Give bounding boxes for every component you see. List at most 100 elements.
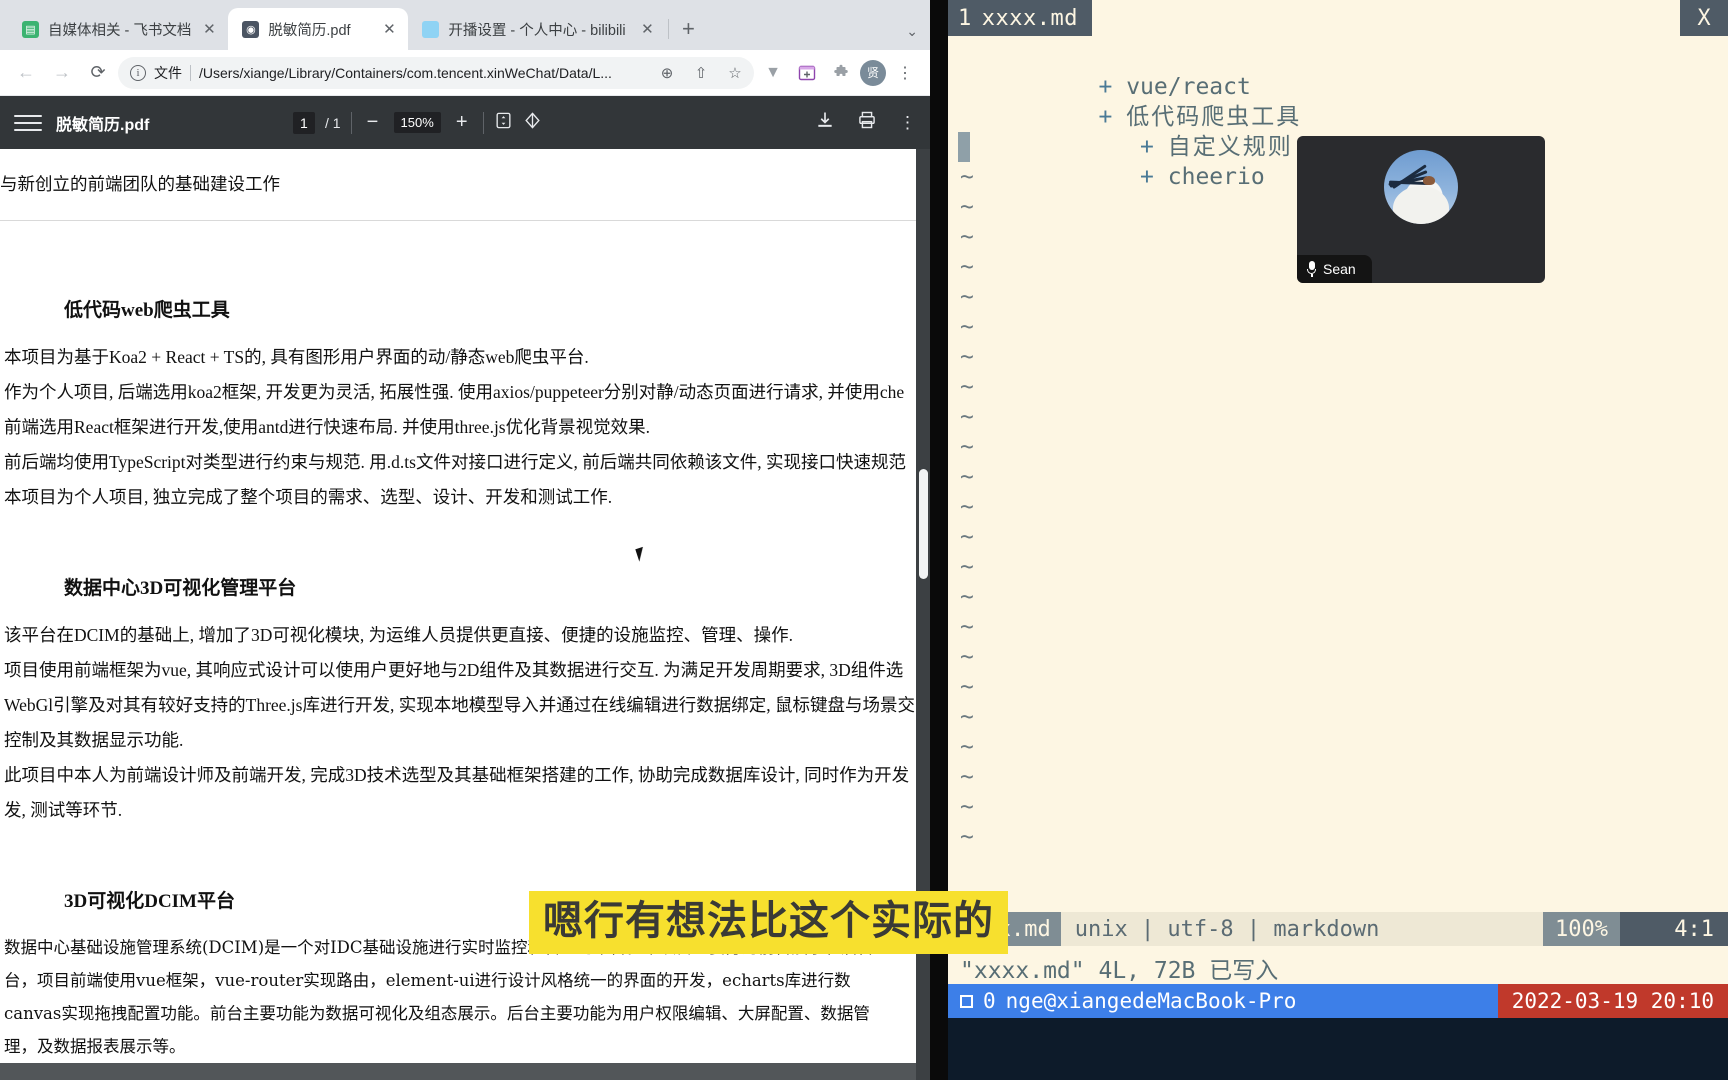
zoom-out-button[interactable]: −	[362, 111, 384, 134]
window-extension-icon[interactable]	[792, 58, 822, 88]
vim-empty-line: ~	[960, 644, 974, 670]
print-icon[interactable]	[857, 110, 877, 135]
vim-empty-line: ~	[960, 344, 974, 370]
webcam-participant-name: Sean	[1323, 261, 1356, 277]
fold-plus-icon: +	[1098, 74, 1113, 100]
tmux-datetime: 2022-03-19 20:10	[1497, 984, 1728, 1018]
toolbar-divider	[350, 111, 352, 134]
pdf-page-controls: 1 / 1 − 150% +	[292, 111, 542, 135]
video-caption-overlay: 嗯行有想法比这个实际的	[529, 891, 1008, 954]
project-body: : 该平台在DCIM的基础上, 增加了3D可视化模块, 为运维人员提供更直接、便…	[0, 618, 930, 828]
bookmark-star-icon[interactable]: ☆	[722, 60, 748, 86]
toolbar-divider	[482, 111, 484, 134]
zoom-in-button[interactable]: +	[451, 111, 473, 134]
vim-status-fileinfo: unix | utf-8 | markdown	[1060, 912, 1544, 946]
terminal-window[interactable]: 1 xxxx.md X + vue/react + 低代码爬虫工具 + 自定义规…	[930, 0, 1728, 1080]
webcam-overlay[interactable]: Sean	[1297, 136, 1545, 283]
omnibox-divider	[190, 64, 191, 81]
browser-toolbar: ← → ⟳ i 文件 /Users/xiange/Library/Contain…	[0, 50, 930, 96]
vim-line-text: 自定义规则	[1167, 134, 1293, 160]
project-heading-row: 今 低代码web爬虫工具	[0, 295, 930, 322]
vim-empty-line: ~	[960, 674, 974, 700]
tmux-status-bar: 0 nge@xiangedeMacBook-Pro 2022-03-19 20:…	[948, 984, 1728, 1018]
profile-avatar[interactable]: 贤	[860, 59, 886, 86]
pdf-sidebar-toggle-icon[interactable]	[14, 114, 42, 131]
vim-editor-pane[interactable]: 1 xxxx.md X + vue/react + 低代码爬虫工具 + 自定义规…	[948, 0, 1728, 958]
avatar-bird-beak	[1423, 176, 1435, 185]
chevron-down-icon[interactable]: ⌄	[906, 23, 918, 40]
vim-line-text: cheerio	[1167, 164, 1265, 190]
doc-top-line: 与新创立的前端团队的基础建设工作	[0, 174, 280, 194]
vimium-extension-icon[interactable]: ▼	[758, 58, 788, 88]
pdf-more-menu[interactable]: ⋮	[899, 113, 916, 133]
vim-line-text: vue/react	[1126, 74, 1251, 100]
pdf-scrollbar-thumb[interactable]	[919, 469, 928, 579]
close-icon[interactable]: ✕	[200, 20, 218, 38]
address-bar[interactable]: i 文件 /Users/xiange/Library/Containers/co…	[118, 56, 754, 89]
project-paragraph: 该平台在DCIM的基础上, 增加了3D可视化模块, 为运维人员提供更直接、便捷的…	[4, 624, 793, 645]
rotate-icon[interactable]	[523, 111, 542, 135]
vim-empty-line: ~	[960, 734, 974, 760]
tmux-window-info[interactable]: 0 nge@xiangedeMacBook-Pro	[948, 984, 1498, 1018]
vim-empty-line: ~	[960, 704, 974, 730]
project-body: : 本项目为基于Koa2 + React + TS的, 具有图形用户界面的动/静…	[0, 340, 930, 515]
download-icon[interactable]	[815, 110, 835, 135]
vim-empty-line: ~	[960, 524, 974, 550]
vim-line-text: 低代码爬虫工具	[1126, 104, 1302, 130]
vim-empty-line: ~	[960, 464, 974, 490]
close-icon[interactable]: X	[1680, 0, 1728, 36]
vim-tab-xxxx-md[interactable]: 1 xxxx.md	[948, 0, 1092, 36]
vim-empty-line: ~	[960, 824, 974, 850]
project-title: 数据中心3D可视化管理平台	[64, 577, 297, 599]
zoom-icon[interactable]: ⊕	[654, 60, 680, 86]
back-button[interactable]: ←	[10, 57, 42, 89]
forward-button[interactable]: →	[46, 57, 78, 89]
vim-tabline: 1 xxxx.md X	[948, 0, 1728, 36]
zoom-level-display[interactable]: 150%	[393, 112, 441, 133]
vim-empty-line: ~	[960, 554, 974, 580]
project-paragraph: WebGl引擎及对其有较好支持的Three.js库进行开发, 实现本地模型导入并…	[4, 694, 915, 715]
browser-tab-bilibili[interactable]: 开播设置 - 个人中心 - bilibili link ✕	[408, 8, 666, 50]
tab-title: 脱敏简历.pdf	[268, 22, 351, 39]
webcam-name-badge: Sean	[1297, 255, 1372, 283]
tmux-window-index: 0	[983, 989, 996, 1013]
reload-button[interactable]: ⟳	[82, 57, 114, 89]
browser-tab-pdf[interactable]: ◉ 脱敏简历.pdf ✕	[228, 8, 409, 50]
pdf-page-total: / 1	[324, 114, 341, 131]
pdf-icon: ◉	[242, 20, 260, 38]
project-paragraph: 理，及数据报表展示等。	[4, 1036, 186, 1056]
project-paragraph: 控制及其数据显示功能.	[4, 729, 184, 750]
tab-title: 开播设置 - 个人中心 - bilibili link	[448, 22, 629, 39]
new-tab-button[interactable]: +	[671, 12, 705, 46]
vim-empty-line: ~	[960, 284, 974, 310]
page-info-icon[interactable]: i	[130, 64, 146, 81]
browser-tab-feishu[interactable]: ▤ 自媒体相关 - 飞书文档 ✕	[8, 8, 228, 50]
project-paragraph: 发, 测试等环节.	[4, 799, 123, 820]
vim-command-message: "xxxx.md" 4L, 72B 已写入	[948, 948, 1728, 988]
project-paragraph: 本项目为基于Koa2 + React + TS的, 具有图形用户界面的动/静态w…	[4, 346, 589, 367]
browser-more-menu[interactable]: ⋮	[890, 58, 920, 88]
avatar-bird-body	[1393, 186, 1449, 224]
vim-status-position: 4:1	[1620, 912, 1728, 946]
pdf-page-input[interactable]: 1	[292, 111, 315, 134]
project-paragraph: canvas实现拖拽配置功能。前台主要功能为数据可视化及组态展示。后台主要功能为…	[4, 1003, 870, 1023]
pdf-toolbar: 脱敏简历.pdf 1 / 1 − 150% + ⋮	[0, 96, 930, 149]
project-paragraph: 前端选用React框架进行开发,使用antd进行快速布局. 并使用three.j…	[4, 416, 650, 437]
share-icon[interactable]: ⇧	[688, 60, 714, 86]
vim-empty-line: ~	[960, 314, 974, 340]
project-date: 今	[0, 295, 64, 322]
fold-plus-icon: +	[1098, 104, 1113, 130]
project-paragraph: 前后端均使用TypeScript对类型进行约束与规范. 用.d.ts文件对接口进…	[4, 451, 906, 472]
mic-icon	[1307, 261, 1316, 277]
tmux-host: nge@xiangedeMacBook-Pro	[1005, 989, 1297, 1013]
vim-tab-number: 1	[958, 5, 972, 31]
url-text[interactable]: /Users/xiange/Library/Containers/com.ten…	[199, 65, 646, 81]
extensions-puzzle-icon[interactable]	[826, 58, 856, 88]
vim-tab-filename: xxxx.md	[981, 5, 1078, 31]
screen-root: ▤ 自媒体相关 - 飞书文档 ✕ ◉ 脱敏简历.pdf ✕ 开播设置 - 个人中…	[0, 0, 1728, 1080]
fit-to-page-icon[interactable]	[494, 111, 513, 135]
close-icon[interactable]: ✕	[380, 20, 398, 38]
close-icon[interactable]: ✕	[638, 20, 656, 38]
vim-empty-line: ~	[960, 404, 974, 430]
vim-line: + vue/react	[960, 42, 1728, 100]
